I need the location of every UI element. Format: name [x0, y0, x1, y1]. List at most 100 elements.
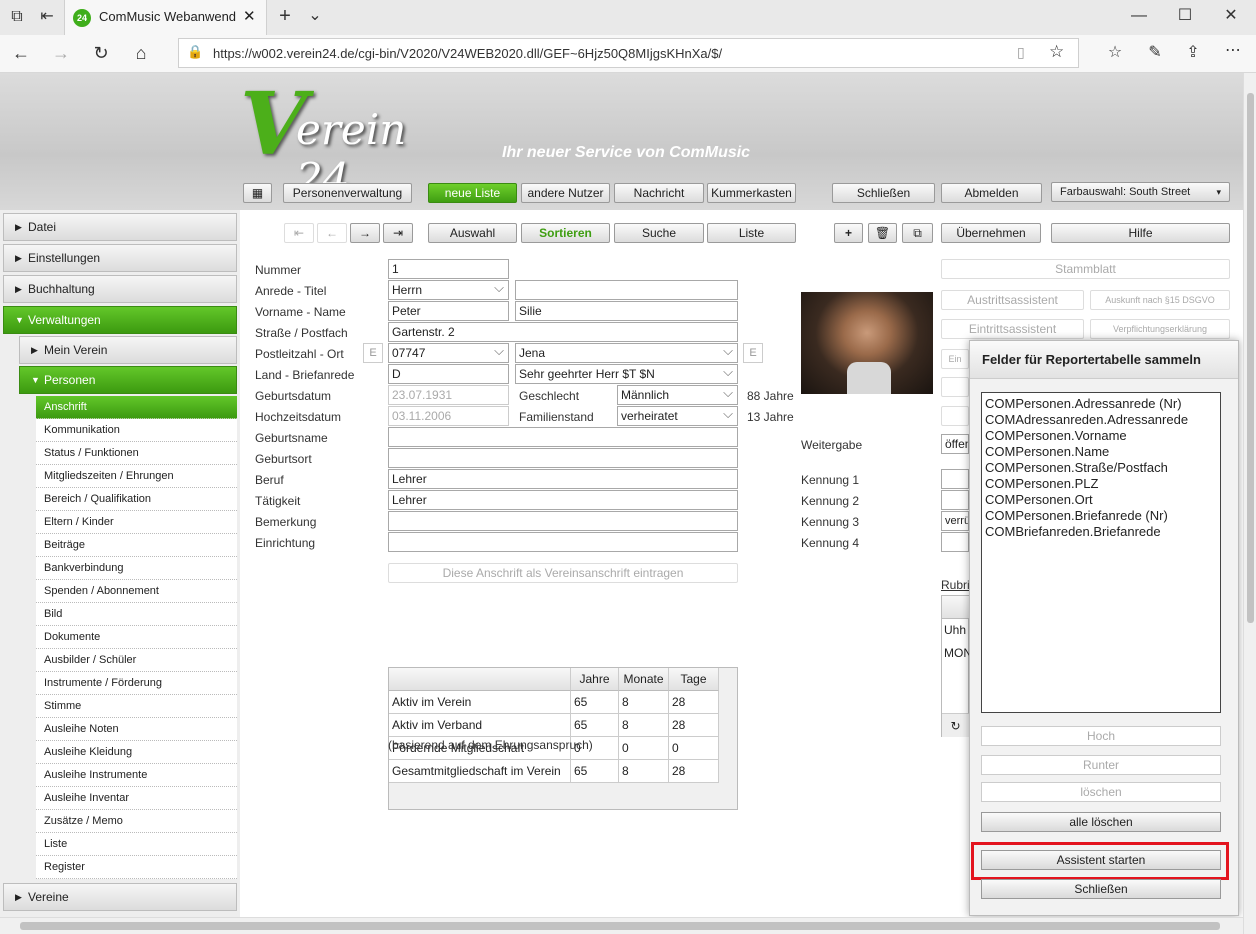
sidebar-leaf-item[interactable]: Bild: [36, 603, 237, 626]
auswahl-button[interactable]: Auswahl: [428, 223, 517, 243]
kennung2-field[interactable]: [941, 490, 969, 510]
horizontal-scrollbar[interactable]: [0, 917, 1243, 934]
share-icon[interactable]: ⇪: [1182, 43, 1204, 63]
assistent-starten-button[interactable]: Assistent starten: [981, 850, 1221, 870]
field-list-item[interactable]: COMPersonen.Ort: [985, 492, 1217, 508]
tab-actions-icon[interactable]: ⧉: [6, 7, 28, 27]
strasse-field[interactable]: Gartenstr. 2: [388, 322, 738, 342]
field-list-item[interactable]: COMPersonen.Vorname: [985, 428, 1217, 444]
plz-select[interactable]: 07747: [388, 343, 509, 363]
nav-abmelden[interactable]: Abmelden: [941, 183, 1042, 203]
hochzeitsdatum-field[interactable]: 03.11.2006: [388, 406, 509, 426]
field-list-item[interactable]: COMBriefanreden.Briefanrede: [985, 524, 1217, 540]
close-window-icon[interactable]: ✕: [1220, 6, 1242, 26]
schliessen-button[interactable]: Schließen: [981, 879, 1221, 899]
field-list-item[interactable]: COMAdressanreden.Adressanrede: [985, 412, 1217, 428]
sidebar-leaf-item[interactable]: Anschrift: [36, 396, 237, 419]
loeschen-button[interactable]: löschen: [981, 782, 1221, 802]
hilfe-button[interactable]: Hilfe: [1051, 223, 1230, 243]
nav-kummerkasten[interactable]: Kummerkasten: [707, 183, 796, 203]
geburtsort-field[interactable]: [388, 448, 738, 468]
kennung4-field[interactable]: [941, 532, 969, 552]
sidebar-item-verwaltungen[interactable]: ▼ Verwaltungen: [3, 306, 237, 334]
sidebar-leaf-item[interactable]: Bereich / Qualifikation: [36, 488, 237, 511]
forward-icon[interactable]: →: [50, 43, 72, 63]
home-icon[interactable]: ⌂: [130, 43, 152, 63]
sidebar-leaf-item[interactable]: Liste: [36, 833, 237, 856]
minimize-icon[interactable]: —: [1128, 6, 1150, 26]
vorname-field[interactable]: Peter: [388, 301, 509, 321]
field-list-item[interactable]: COMPersonen.Adressanrede (Nr): [985, 396, 1217, 412]
bemerkung-field[interactable]: [388, 511, 738, 531]
sidebar-leaf-item[interactable]: Mitgliedszeiten / Ehrungen: [36, 465, 237, 488]
sidebar-leaf-item[interactable]: Ausleihe Instrumente: [36, 764, 237, 787]
ort-select[interactable]: Jena: [515, 343, 738, 363]
stammblatt-button[interactable]: Stammblatt: [941, 259, 1230, 279]
url-field[interactable]: 🔒 https://w002.verein24.de/cgi-bin/V2020…: [178, 38, 1079, 68]
field-list-item[interactable]: COMPersonen.Straße/Postfach: [985, 460, 1217, 476]
tab-list-chevron-icon[interactable]: ⌄: [304, 6, 326, 26]
add-button[interactable]: +: [834, 223, 863, 243]
geburtsdatum-field[interactable]: 23.07.1931: [388, 385, 509, 405]
field-list-item[interactable]: COMPersonen.Name: [985, 444, 1217, 460]
nav-nachricht[interactable]: Nachricht: [614, 183, 704, 203]
uebernehmen-button[interactable]: Übernehmen: [941, 223, 1041, 243]
geburtsname-field[interactable]: [388, 427, 738, 447]
sidebar-leaf-item[interactable]: Stimme: [36, 695, 237, 718]
sidebar-leaf-item[interactable]: Zusätze / Memo: [36, 810, 237, 833]
rubrik-link[interactable]: Rubri: [941, 575, 970, 595]
ort-e-button[interactable]: E: [743, 343, 763, 363]
taetigkeit-field[interactable]: Lehrer: [388, 490, 738, 510]
sidebar-leaf-item[interactable]: Spenden / Abonnement: [36, 580, 237, 603]
sidebar-item-einstellungen[interactable]: ▶ Einstellungen: [3, 244, 237, 272]
auskunft-button[interactable]: Auskunft nach §15 DSGVO: [1090, 290, 1230, 310]
nav-personenverwaltung[interactable]: Personenverwaltung: [283, 183, 412, 203]
kennung3-field[interactable]: verrü: [941, 511, 969, 531]
nav-neue-liste[interactable]: neue Liste: [428, 183, 517, 203]
more-icon[interactable]: ⋯: [1222, 41, 1244, 61]
copy-icon[interactable]: ⧉: [902, 223, 933, 243]
new-tab-icon[interactable]: +: [274, 6, 296, 26]
name-field[interactable]: Silie: [515, 301, 738, 321]
nav-andere-nutzer[interactable]: andere Nutzer: [521, 183, 610, 203]
titel-field[interactable]: [515, 280, 738, 300]
favorites-icon[interactable]: ☆: [1104, 43, 1126, 63]
eintritt-button[interactable]: Eintrittsassistent: [941, 319, 1084, 339]
sidebar-leaf-item[interactable]: Ausbilder / Schüler: [36, 649, 237, 672]
austritt-button[interactable]: Austrittsassistent: [941, 290, 1084, 310]
hscroll-thumb[interactable]: [20, 922, 1220, 930]
liste-button[interactable]: Liste: [707, 223, 796, 243]
field-list-item[interactable]: COMPersonen.PLZ: [985, 476, 1217, 492]
suche-button[interactable]: Suche: [614, 223, 704, 243]
right-empty-button-1[interactable]: [941, 377, 969, 397]
next-record-button[interactable]: →: [350, 223, 380, 243]
nummer-field[interactable]: 1: [388, 259, 509, 279]
menu-toggle-button[interactable]: ▦: [243, 183, 272, 203]
refresh-icon[interactable]: ↻: [942, 713, 969, 737]
runter-button[interactable]: Runter: [981, 755, 1221, 775]
refresh-icon[interactable]: ↻: [90, 43, 112, 63]
sidebar-leaf-item[interactable]: Eltern / Kinder: [36, 511, 237, 534]
right-empty-button-2[interactable]: [941, 406, 969, 426]
sidebar-leaf-item[interactable]: Bankverbindung: [36, 557, 237, 580]
sortieren-button[interactable]: Sortieren: [521, 223, 610, 243]
anrede-select[interactable]: Herrn: [388, 280, 509, 300]
browser-tab[interactable]: 24 ComMusic Webanwend ✕: [64, 0, 267, 35]
geschlecht-select[interactable]: Männlich: [617, 385, 738, 405]
field-list[interactable]: COMPersonen.Adressanrede (Nr) COMAdressan…: [981, 392, 1221, 713]
sidebar-item-buchhaltung[interactable]: ▶ Buchhaltung: [3, 275, 237, 303]
kennung1-field[interactable]: [941, 469, 969, 489]
vereinsanschrift-button[interactable]: Diese Anschrift als Vereinsanschrift ein…: [388, 563, 738, 583]
pen-icon[interactable]: ✎: [1144, 43, 1166, 63]
first-record-button[interactable]: ⇤: [284, 223, 314, 243]
nav-schliessen[interactable]: Schließen: [832, 183, 935, 203]
sidebar-leaf-item[interactable]: Status / Funktionen: [36, 442, 237, 465]
sidebar-leaf-item[interactable]: Beiträge: [36, 534, 237, 557]
last-record-button[interactable]: ⇥: [383, 223, 413, 243]
sidebar-item-vereine[interactable]: ▶ Vereine: [3, 883, 237, 911]
set-aside-tabs-icon[interactable]: ⇤: [36, 7, 58, 27]
ein-button[interactable]: Ein: [941, 349, 969, 369]
sidebar-item-mein-verein[interactable]: ▶ Mein Verein: [19, 336, 237, 364]
back-icon[interactable]: ←: [10, 43, 32, 63]
field-list-item[interactable]: COMPersonen.Briefanrede (Nr): [985, 508, 1217, 524]
